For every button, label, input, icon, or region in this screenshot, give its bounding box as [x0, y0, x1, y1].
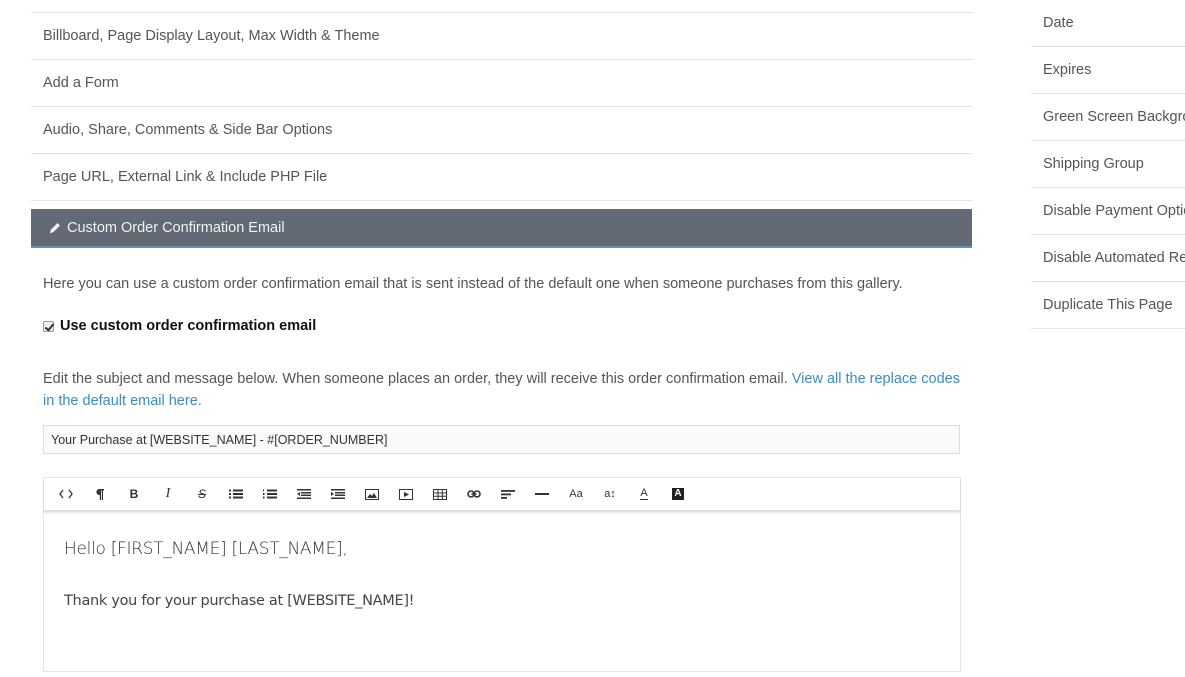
- sidebar-item-disable-payment[interactable]: Disable Payment Options: [1031, 188, 1185, 235]
- editor-thanks: Thank you for your purchase at [WEBSITE_…: [64, 593, 415, 609]
- outdent-button[interactable]: [287, 478, 321, 511]
- link-button[interactable]: [457, 478, 491, 511]
- bold-button[interactable]: B: [117, 478, 151, 511]
- editor-body[interactable]: Hello [FIRST_NAME] [LAST_NAME], Thank yo…: [44, 511, 960, 671]
- outdent-icon: [297, 489, 311, 499]
- sidebar-item-duplicate-page[interactable]: Duplicate This Page: [1031, 282, 1185, 329]
- font-size-button[interactable]: a↕: [593, 478, 627, 511]
- italic-button[interactable]: I: [151, 478, 185, 511]
- section-content: Here you can use a custom order confirma…: [31, 274, 972, 672]
- sidebar-item-date[interactable]: Date: [1031, 0, 1185, 47]
- video-icon: [399, 488, 413, 500]
- background-color-button[interactable]: A: [661, 478, 695, 511]
- ordered-list-button[interactable]: [253, 478, 287, 511]
- sidebar-item-shipping-group[interactable]: Shipping Group: [1031, 141, 1185, 188]
- font-size-icon: a↕: [604, 488, 616, 500]
- right-sidebar: Date Expires Green Screen Background Shi…: [1031, 0, 1185, 329]
- horizontal-rule-icon: [535, 493, 549, 495]
- section-add-form[interactable]: Add a Form: [31, 60, 972, 107]
- code-view-button[interactable]: [49, 478, 83, 511]
- pencil-icon: [48, 221, 62, 235]
- italic-icon: I: [165, 486, 171, 501]
- bold-icon: B: [129, 487, 139, 501]
- strikethrough-icon: S: [197, 487, 206, 501]
- text-color-icon: A: [640, 487, 648, 500]
- background-color-icon: A: [672, 488, 684, 500]
- numbered-list-icon: [263, 489, 277, 499]
- image-icon: [365, 488, 379, 500]
- intro-text: Here you can use a custom order confirma…: [43, 276, 903, 292]
- sidebar-item-expires[interactable]: Expires: [1031, 47, 1185, 94]
- horizontal-rule-button[interactable]: [525, 478, 559, 511]
- use-custom-email-label: Use custom order confirmation email: [60, 318, 317, 334]
- section-active-label: Custom Order Confirmation Email: [67, 219, 285, 236]
- table-button[interactable]: [423, 478, 457, 511]
- main-panel: Billboard, Page Display Layout, Max Widt…: [31, 0, 972, 672]
- section-custom-order-email[interactable]: Custom Order Confirmation Email: [31, 209, 972, 248]
- sidebar-item-disable-reminders[interactable]: Disable Automated Reminders: [1031, 235, 1185, 282]
- table-icon: [433, 488, 447, 500]
- strikethrough-button[interactable]: S: [185, 478, 219, 511]
- subject-input[interactable]: Your Purchase at [WEBSITE_NAME] - #[ORDE…: [43, 425, 960, 454]
- paragraph-button[interactable]: [83, 478, 117, 511]
- align-left-icon: [501, 489, 515, 499]
- sidebar-item-green-screen[interactable]: Green Screen Background: [1031, 94, 1185, 141]
- indent-button[interactable]: [321, 478, 355, 511]
- font-family-button[interactable]: Aa: [559, 478, 593, 511]
- section-audio-share[interactable]: Audio, Share, Comments & Side Bar Option…: [31, 107, 972, 154]
- unordered-list-button[interactable]: [219, 478, 253, 511]
- link-icon: [467, 490, 481, 498]
- editor-toolbar: B I S Aa a↕ A A: [44, 478, 960, 511]
- code-icon: [59, 489, 73, 499]
- align-button[interactable]: [491, 478, 525, 511]
- description-body: Edit the subject and message below. When…: [43, 371, 792, 387]
- use-custom-email-row[interactable]: Use custom order confirmation email: [43, 318, 960, 334]
- section-list: Billboard, Page Display Layout, Max Widt…: [31, 12, 972, 201]
- section-page-url[interactable]: Page URL, External Link & Include PHP Fi…: [31, 154, 972, 201]
- paragraph-icon: [96, 488, 104, 500]
- section-billboard-layout[interactable]: Billboard, Page Display Layout, Max Widt…: [31, 13, 972, 60]
- subject-value: Your Purchase at [WEBSITE_NAME] - #[ORDE…: [51, 432, 388, 447]
- text-color-button[interactable]: A: [627, 478, 661, 511]
- indent-icon: [331, 489, 345, 499]
- description-text: Edit the subject and message below. When…: [43, 368, 960, 412]
- email-editor: B I S Aa a↕ A A Hello [FIRST_NAME] [LAST…: [43, 477, 961, 672]
- video-button[interactable]: [389, 478, 423, 511]
- editor-greeting: Hello [FIRST_NAME] [LAST_NAME],: [64, 539, 348, 559]
- image-button[interactable]: [355, 478, 389, 511]
- font-family-icon: Aa: [569, 488, 583, 500]
- use-custom-email-checkbox[interactable]: [43, 320, 54, 332]
- bullet-list-icon: [229, 489, 243, 499]
